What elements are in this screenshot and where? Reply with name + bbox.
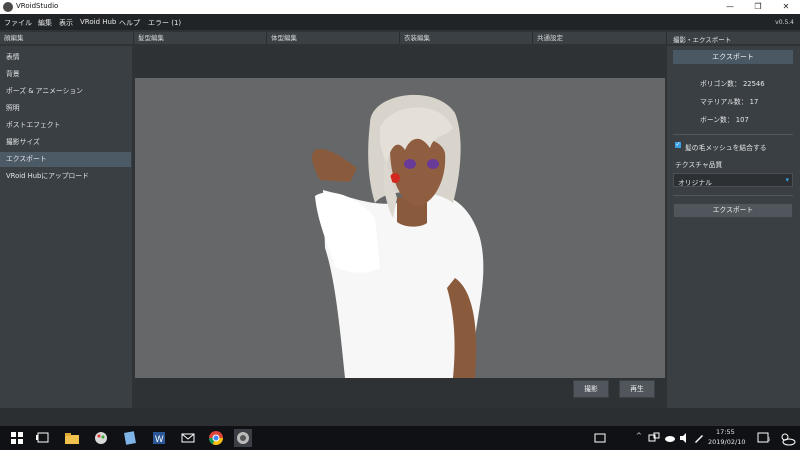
bone-count: ボーン数： 107	[700, 116, 749, 124]
character-model	[312, 94, 484, 378]
network-icon[interactable]	[648, 432, 660, 444]
left-item-lighting[interactable]: 照明	[0, 101, 131, 116]
paint-app-icon[interactable]	[92, 429, 110, 447]
texture-quality-label: テクスチャ品質	[675, 161, 723, 169]
tab-outfit[interactable]: 衣装編集	[400, 32, 533, 44]
left-item-upload-vroid-hub[interactable]: VRoid Hubにアップロード	[0, 169, 131, 184]
svg-text:W: W	[155, 434, 164, 444]
task-view-icon[interactable]	[34, 429, 52, 447]
export-section-button[interactable]: エクスポート	[673, 50, 793, 64]
tab-body[interactable]: 体型編集	[267, 32, 400, 44]
tab-face[interactable]: 顔編集	[0, 32, 134, 44]
notification-count: 5	[767, 437, 771, 443]
notes-app-icon[interactable]	[121, 429, 139, 447]
left-item-background[interactable]: 背景	[0, 67, 131, 82]
right-panel-divider	[673, 134, 793, 135]
menu-edit[interactable]: 編集	[38, 18, 52, 28]
texture-quality-select[interactable]: オリジナル ▾	[673, 173, 793, 187]
app-logo-icon	[3, 2, 13, 12]
keyboard-icon[interactable]	[594, 432, 606, 444]
right-panel-divider-2	[673, 195, 793, 196]
status-area	[0, 408, 800, 426]
menu-bar: ファイル 編集 表示 VRoid Hub ヘルプ エラー (1) v0.5.4	[0, 14, 800, 30]
left-item-export[interactable]: エクスポート	[0, 152, 131, 167]
merge-hair-label: 髪の毛メッシュを結合する	[685, 144, 767, 152]
export-button[interactable]: エクスポート	[673, 203, 793, 218]
minimize-button[interactable]: —	[716, 0, 744, 14]
material-count: マテリアル数： 17	[700, 98, 759, 106]
left-panel: 表情 背景 ポーズ & アニメーション 照明 ポストエフェクト 撮影サイズ エク…	[0, 46, 132, 408]
mail-icon[interactable]	[179, 429, 197, 447]
right-panel-title: 撮影・エクスポート	[673, 36, 732, 44]
polygon-count: ポリゴン数： 22546	[700, 80, 765, 88]
weather-icon[interactable]	[778, 430, 796, 448]
menu-help[interactable]: ヘルプ	[119, 18, 140, 28]
window-title: VRoidStudio	[16, 2, 59, 10]
viewport-top-strip	[135, 46, 667, 76]
left-item-post-effect[interactable]: ポストエフェクト	[0, 118, 131, 133]
menu-vroid-hub[interactable]: VRoid Hub	[80, 18, 116, 26]
character-left-eye	[404, 159, 416, 169]
volume-icon[interactable]	[679, 432, 691, 444]
tab-common-settings[interactable]: 共通設定	[533, 32, 667, 44]
windows-start-icon[interactable]	[8, 429, 26, 447]
title-bar: VRoidStudio — ❐ ✕	[0, 0, 800, 14]
capture-button[interactable]: 撮影	[573, 380, 609, 398]
chrome-browser-icon[interactable]	[207, 429, 225, 447]
left-item-capture-size[interactable]: 撮影サイズ	[0, 135, 131, 150]
clock-date[interactable]: 2019/02/10	[708, 438, 745, 446]
character-right-eye	[427, 159, 439, 169]
merge-hair-checkbox[interactable]: ✓	[675, 142, 681, 148]
onedrive-cloud-icon[interactable]	[664, 432, 676, 444]
pen-icon[interactable]	[693, 432, 705, 444]
file-explorer-icon[interactable]	[63, 429, 81, 447]
close-button[interactable]: ✕	[772, 0, 800, 14]
model-viewport[interactable]	[135, 78, 665, 378]
left-item-expression[interactable]: 表情	[0, 50, 131, 65]
word-app-icon[interactable]: W	[150, 429, 168, 447]
tab-bar: 顔編集 髪型編集 体型編集 衣装編集 共通設定	[0, 32, 667, 44]
texture-quality-value: オリジナル	[678, 179, 712, 187]
clock-time[interactable]: 17:55	[716, 428, 735, 436]
tray-chevron-icon[interactable]: ^	[636, 432, 642, 440]
right-panel-header: 撮影・エクスポート	[667, 32, 800, 44]
left-item-pose-animation[interactable]: ポーズ & アニメーション	[0, 84, 131, 99]
menu-view[interactable]: 表示	[59, 18, 73, 28]
menu-error[interactable]: エラー (1)	[148, 18, 181, 28]
chevron-down-icon: ▾	[785, 176, 789, 184]
version-label: v0.5.4	[775, 19, 794, 26]
vroid-studio-taskbar-icon[interactable]	[234, 429, 252, 447]
character-arm	[312, 149, 357, 182]
play-button[interactable]: 再生	[619, 380, 655, 398]
maximize-button[interactable]: ❐	[744, 0, 772, 14]
tab-hair[interactable]: 髪型編集	[134, 32, 267, 44]
menu-file[interactable]: ファイル	[4, 18, 32, 28]
